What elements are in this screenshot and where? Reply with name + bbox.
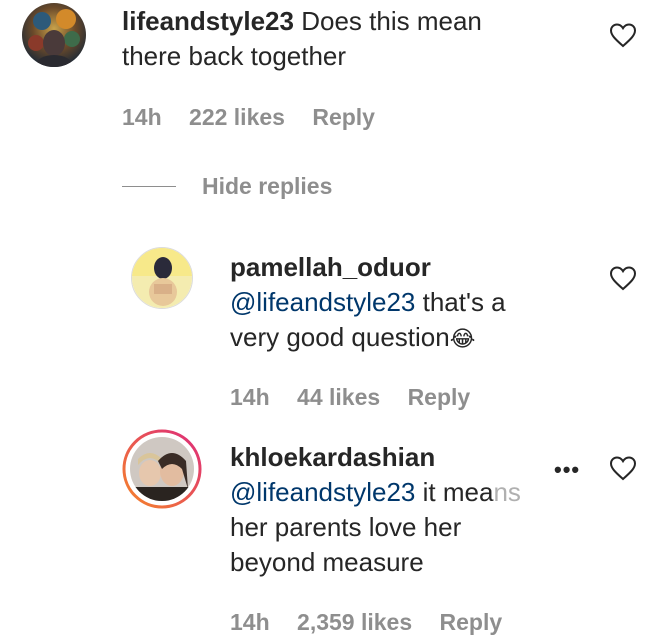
comment-likes[interactable]: 44 likes <box>297 384 380 410</box>
hide-replies-button[interactable]: Hide replies <box>202 173 332 200</box>
comment-meta: 14h 2,359 likes Reply <box>230 609 523 636</box>
reply-button[interactable]: Reply <box>440 609 503 635</box>
comment-body-faded: ns <box>493 477 521 507</box>
comment-likes[interactable]: 222 likes <box>189 104 285 130</box>
comment-time[interactable]: 14h <box>230 384 270 410</box>
heart-icon[interactable] <box>609 22 637 48</box>
reply-button[interactable]: Reply <box>408 384 471 410</box>
heart-icon[interactable] <box>609 265 637 291</box>
comment-body-line2: there back together <box>122 41 347 71</box>
divider-line <box>122 185 176 187</box>
reply-button[interactable]: Reply <box>312 104 375 130</box>
comment-meta: 14h 222 likes Reply <box>122 104 396 131</box>
comment-body-line2: very good question <box>230 322 450 352</box>
avatar[interactable] <box>131 247 193 309</box>
mention-link[interactable]: @lifeandstyle23 <box>230 287 415 317</box>
comment-likes[interactable]: 2,359 likes <box>297 609 412 635</box>
comment-time[interactable]: 14h <box>230 609 270 635</box>
comment-body-line3: beyond measure <box>230 547 424 577</box>
comment-username[interactable]: pamellah_oduor <box>230 252 431 282</box>
heart-icon[interactable] <box>609 455 637 481</box>
avatar[interactable] <box>22 3 86 67</box>
avatar-image <box>122 429 202 509</box>
comment-text: pamellah_oduor @lifeandstyle23 that's a … <box>230 250 600 356</box>
comment-meta: 14h 44 likes Reply <box>230 384 491 411</box>
hide-replies-row[interactable]: Hide replies <box>122 170 332 202</box>
comment-text: khloekardashian @lifeandstyle23 it means… <box>230 440 570 580</box>
comment-body: Does this mean <box>301 6 482 36</box>
comment-username[interactable]: lifeandstyle23 <box>122 6 294 36</box>
comment-body: that's a <box>422 287 506 317</box>
more-options-icon[interactable]: ••• <box>554 457 580 483</box>
comment-text: lifeandstyle23 Does this mean there back… <box>122 4 592 74</box>
avatar-image <box>132 248 192 308</box>
comment-time[interactable]: 14h <box>122 104 162 130</box>
avatar[interactable] <box>122 429 202 509</box>
comment-body-line2: her parents love her <box>230 512 462 542</box>
comment-body: it mea <box>422 477 494 507</box>
mention-link[interactable]: @lifeandstyle23 <box>230 477 415 507</box>
avatar-image <box>22 3 86 67</box>
comment-username[interactable]: khloekardashian <box>230 442 435 472</box>
laughing-emoji-icon: 😂 <box>449 326 476 351</box>
